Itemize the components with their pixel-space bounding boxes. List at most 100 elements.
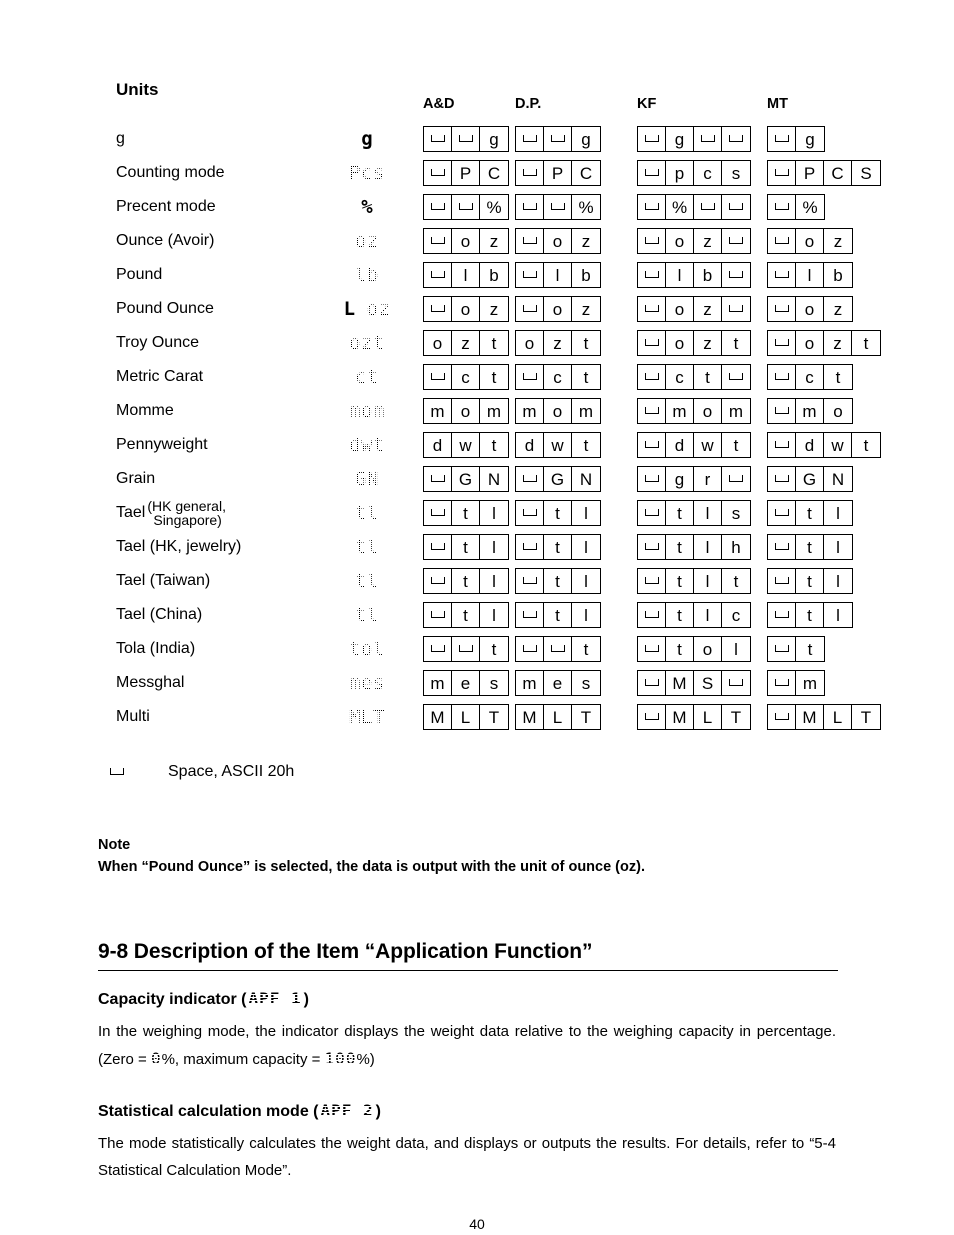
code-char: l [836, 503, 840, 523]
code-char-space [424, 365, 452, 389]
space-symbol-icon [774, 543, 789, 550]
space-symbol-icon [774, 713, 789, 720]
code-box: mes [423, 670, 509, 696]
code-char-space [638, 501, 666, 525]
space-symbol-icon [729, 237, 743, 244]
code-char: t [694, 365, 722, 389]
code-char: P [796, 161, 824, 185]
code-char: s [489, 673, 499, 693]
code-char: o [452, 229, 480, 253]
note-heading: Note [98, 837, 131, 853]
code-box: g [515, 126, 601, 152]
space-symbol-icon [522, 577, 537, 584]
code-char-space [768, 127, 796, 151]
code-char: T [730, 707, 742, 727]
space-symbol-icon [430, 135, 445, 142]
code-char-space [722, 467, 750, 491]
row-label: Tola (India) [116, 640, 196, 657]
code-cell-and: MLT [423, 700, 515, 734]
code-cell-mt: tl [767, 564, 881, 598]
code-char: t [544, 535, 572, 559]
code-char: P [452, 161, 480, 185]
space-symbol-icon [644, 509, 659, 516]
space-symbol-icon [774, 441, 789, 448]
display-text: g [361, 128, 373, 150]
code-char: o [516, 331, 544, 355]
code-cell-dp: ct [515, 360, 637, 394]
display-text: mom [349, 400, 385, 422]
space-symbol-icon [700, 135, 715, 142]
row-display-code: tl [311, 564, 423, 598]
display-text: GN [355, 468, 379, 490]
code-box: mo [767, 398, 853, 424]
code-cell-and: % [423, 190, 515, 224]
space-symbol-icon [522, 271, 537, 278]
code-char-space [722, 229, 750, 253]
code-char: l [584, 537, 588, 557]
row-display-code: dwt [311, 428, 423, 462]
code-char: g [666, 127, 694, 151]
space-symbol-icon [644, 237, 659, 244]
table-row: Metric Carat ct c t c t c t c t [116, 360, 881, 394]
row-label: Metric Carat [116, 368, 204, 385]
code-char-space [638, 467, 666, 491]
code-char: N [487, 469, 501, 489]
code-char: l [544, 263, 572, 287]
code-char: g [666, 467, 694, 491]
code-char: t [491, 367, 497, 387]
code-char-space [424, 535, 452, 559]
code-char-space [694, 127, 722, 151]
code-char: l [694, 535, 722, 559]
code-char: z [694, 229, 722, 253]
row-display-code: oz [311, 224, 423, 258]
code-char: C [579, 163, 593, 183]
code-box: gr [637, 466, 751, 492]
code-char: m [424, 671, 452, 695]
code-box: % [423, 194, 509, 220]
code-char: z [833, 299, 843, 319]
table-row: Precent mode%%%%% [116, 190, 881, 224]
code-cell-and: oz [423, 292, 515, 326]
table-row: Tael (HK, jewelry) tl t l t l t l h t l [116, 530, 881, 564]
code-char-space [638, 195, 666, 219]
code-box: lb [515, 262, 601, 288]
code-box: ct [515, 364, 601, 390]
code-box: dwt [637, 432, 751, 458]
code-cell-mt: m [767, 666, 881, 700]
code-char: o [694, 637, 722, 661]
space-symbol-icon [430, 373, 445, 380]
code-box: dwt [515, 432, 601, 458]
code-char-space [768, 501, 796, 525]
capacity-indicator-code: APF 1 [248, 989, 302, 1008]
code-cell-mt: dwt [767, 428, 881, 462]
code-cell-dp: tl [515, 564, 637, 598]
code-cell-dp: tl [515, 598, 637, 632]
code-box: GN [423, 466, 509, 492]
row-display-code: mom [311, 394, 423, 428]
code-char: s [731, 163, 741, 183]
row-display-code: lb [311, 258, 423, 292]
code-char-space [768, 195, 796, 219]
code-cell-mt: tl [767, 496, 881, 530]
code-cell-dp: oz [515, 224, 637, 258]
code-box: dwt [423, 432, 509, 458]
row-label: Pound [116, 266, 163, 283]
code-char: c [452, 365, 480, 389]
code-box: tls [637, 500, 751, 526]
code-box: oz [515, 296, 601, 322]
code-char: b [489, 265, 499, 285]
code-char: t [583, 333, 589, 353]
row-label: g [116, 130, 125, 147]
section-divider [98, 970, 838, 971]
code-char: r [694, 467, 722, 491]
code-char: l [836, 605, 840, 625]
code-char: w [694, 433, 722, 457]
code-char: w [544, 433, 572, 457]
code-char: t [491, 639, 497, 659]
space-symbol-icon [430, 169, 445, 176]
code-char-space [638, 671, 666, 695]
code-char: l [492, 571, 496, 591]
code-char: M [666, 705, 694, 729]
code-char: t [544, 501, 572, 525]
row-display-code: tl [311, 530, 423, 564]
